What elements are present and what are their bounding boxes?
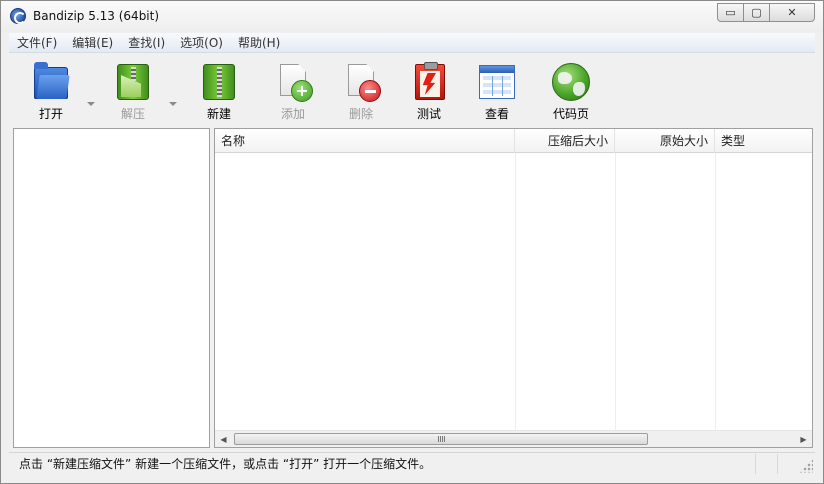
status-bar: 点击 “新建压缩文件” 新建一个压缩文件，或点击 “打开” 打开一个压缩文件。 xyxy=(9,452,815,474)
status-cell xyxy=(755,453,777,474)
menu-file[interactable]: 文件(F) xyxy=(9,34,64,51)
toolbar: 打开 解压 新建 + 添加 删除 测试 查看 代码页 xyxy=(9,54,815,127)
column-header-type[interactable]: 类型 xyxy=(715,129,812,153)
status-text: 点击 “新建压缩文件” 新建一个压缩文件，或点击 “打开” 打开一个压缩文件。 xyxy=(19,457,432,471)
add-label: 添加 xyxy=(280,107,305,121)
extract-label: 解压 xyxy=(120,107,145,121)
codepage-button[interactable]: 代码页 xyxy=(541,62,601,124)
new-archive-button[interactable]: 新建 xyxy=(189,62,249,124)
extract-dropdown-arrow-icon[interactable] xyxy=(169,102,177,106)
maximize-icon: ▢ xyxy=(751,6,762,19)
new-label: 新建 xyxy=(206,107,231,121)
column-divider xyxy=(515,153,516,431)
maximize-button[interactable]: ▢ xyxy=(743,3,770,22)
title-bar[interactable]: Bandizip 5.13 (64bit) ▭ ▢ ✕ xyxy=(1,1,823,32)
globe-icon xyxy=(551,62,591,102)
scroll-right-icon[interactable]: ▶ xyxy=(795,431,812,448)
window-title: Bandizip 5.13 (64bit) xyxy=(33,9,160,23)
column-header-name[interactable]: 名称 xyxy=(215,129,515,153)
test-label: 测试 xyxy=(416,107,441,121)
minimize-icon: ▭ xyxy=(725,6,736,19)
menu-help[interactable]: 帮助(H) xyxy=(230,34,287,51)
extract-button[interactable]: 解压 xyxy=(103,62,163,124)
scroll-left-icon[interactable]: ◀ xyxy=(215,431,232,448)
horizontal-scrollbar[interactable]: ◀ ▶ xyxy=(215,430,812,447)
add-file-icon: + xyxy=(273,62,313,102)
clipboard-test-icon xyxy=(409,62,449,102)
view-label: 查看 xyxy=(484,107,509,121)
open-dropdown-arrow-icon[interactable] xyxy=(87,102,95,106)
menu-find[interactable]: 查找(I) xyxy=(120,34,172,51)
window-controls: ▭ ▢ ✕ xyxy=(717,3,815,23)
resize-grip-icon[interactable] xyxy=(799,458,813,473)
zip-archive-icon xyxy=(199,62,239,102)
delete-button[interactable]: 删除 xyxy=(331,62,391,124)
minimize-button[interactable]: ▭ xyxy=(717,3,744,22)
menu-bar: 文件(F) 编辑(E) 查找(I) 选项(O) 帮助(H) xyxy=(9,33,815,53)
test-button[interactable]: 测试 xyxy=(399,62,459,124)
column-divider xyxy=(615,153,616,431)
open-label: 打开 xyxy=(38,107,63,121)
open-button[interactable]: 打开 xyxy=(21,62,81,124)
folder-icon xyxy=(31,62,71,102)
codepage-label: 代码页 xyxy=(552,107,589,121)
bandizip-logo-icon[interactable] xyxy=(10,8,26,24)
delete-file-icon xyxy=(341,62,381,102)
view-button[interactable]: 查看 xyxy=(467,62,527,124)
delete-label: 删除 xyxy=(348,107,373,121)
scrollbar-thumb[interactable] xyxy=(234,433,648,445)
column-divider xyxy=(715,153,716,431)
add-button[interactable]: + 添加 xyxy=(263,62,323,124)
column-header-original-size[interactable]: 原始大小 xyxy=(615,129,715,153)
column-header-packed-size[interactable]: 压缩后大小 xyxy=(515,129,615,153)
file-list-pane[interactable]: 名称 压缩后大小 原始大小 类型 ◀ ▶ xyxy=(214,128,813,448)
close-icon: ✕ xyxy=(787,6,797,19)
view-window-icon xyxy=(477,62,517,102)
app-window: Bandizip 5.13 (64bit) ▭ ▢ ✕ 文件(F) 编辑(E) … xyxy=(0,0,824,484)
close-button[interactable]: ✕ xyxy=(769,3,815,22)
extract-archive-icon xyxy=(113,62,153,102)
file-list-header: 名称 压缩后大小 原始大小 类型 xyxy=(215,129,812,153)
menu-edit[interactable]: 编辑(E) xyxy=(64,34,120,51)
grip-icon xyxy=(437,436,445,442)
status-cell xyxy=(777,453,799,474)
menu-options[interactable]: 选项(O) xyxy=(172,34,230,51)
folder-tree-pane[interactable] xyxy=(13,128,210,448)
